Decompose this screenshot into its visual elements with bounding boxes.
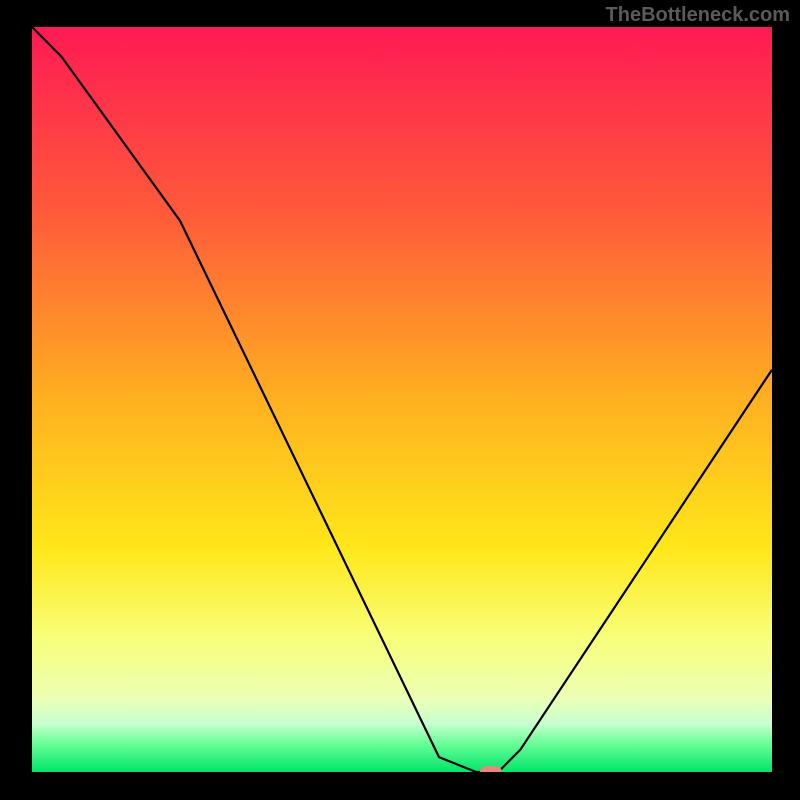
chart-svg [32,27,772,772]
chart-container: TheBottleneck.com [0,0,800,800]
optimal-marker [480,766,502,772]
plot-area [32,27,772,772]
watermark-text: TheBottleneck.com [606,4,790,27]
gradient-background [32,27,772,772]
